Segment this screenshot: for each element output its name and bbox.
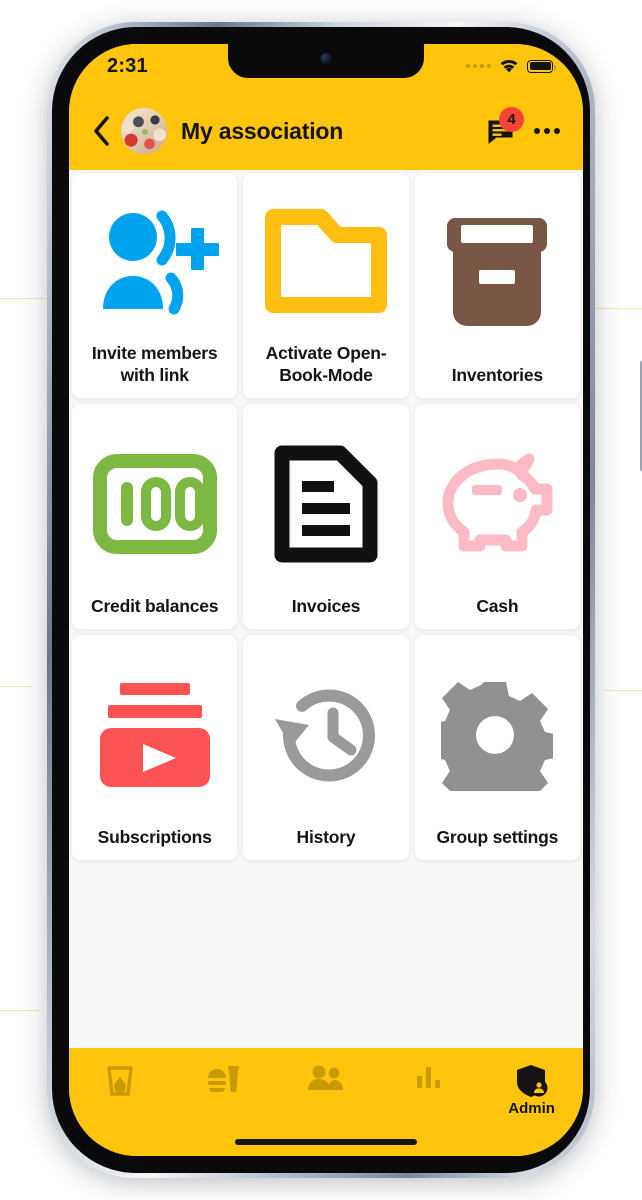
people-icon: [307, 1065, 343, 1090]
more-horizontal-icon: [534, 128, 540, 134]
nav-item-people[interactable]: [283, 1064, 369, 1094]
nav-item-food[interactable]: [180, 1064, 266, 1098]
tile-label: Activate Open-Book-Mode: [265, 343, 387, 385]
chat-badge: 4: [499, 107, 524, 132]
shield-person-icon: [516, 1065, 548, 1097]
banknote-100-icon: [92, 453, 217, 554]
more-horizontal-icon: [554, 128, 560, 134]
nav-item-drinks[interactable]: [77, 1064, 163, 1100]
phone-screen: 2:31 My association 4 Invite members wit…: [69, 44, 583, 1156]
folder-icon: [264, 209, 387, 314]
nav-item-admin[interactable]: Admin: [489, 1064, 575, 1117]
person-add-icon: [102, 210, 219, 315]
subscriptions-play-icon: [99, 682, 210, 787]
tile-invite-members[interactable]: Invite members with link: [71, 172, 239, 399]
tile-icon-wrap: [249, 643, 402, 827]
more-options-button[interactable]: [527, 109, 567, 153]
back-button[interactable]: [83, 109, 119, 153]
tile-group-settings[interactable]: Group settings: [413, 634, 581, 861]
feature-grid: Invite members with link Activate Open-B…: [69, 170, 583, 861]
tile-open-book-mode[interactable]: Activate Open-Book-Mode: [242, 172, 410, 399]
tile-label: Credit balances: [91, 595, 219, 616]
tile-icon-wrap: [421, 412, 574, 596]
food-meal-icon: [208, 1066, 240, 1093]
app-header: My association 4: [69, 92, 583, 170]
bar-chart-icon: [416, 1067, 440, 1088]
nav-item-statistics[interactable]: [386, 1064, 472, 1092]
tile-icon-wrap: [78, 412, 231, 596]
tile-label: Cash: [476, 595, 519, 616]
tile-icon-wrap: [78, 643, 231, 827]
home-indicator[interactable]: [235, 1139, 417, 1145]
tile-credit-balances[interactable]: Credit balances: [71, 403, 239, 630]
signal-dots-icon: [466, 64, 491, 68]
history-clock-icon: [274, 689, 375, 782]
battery-full-icon: [527, 59, 556, 73]
tile-label: Subscriptions: [97, 826, 212, 847]
header-actions: 4: [479, 107, 583, 153]
gear-icon: [441, 681, 554, 791]
tile-label: History: [296, 826, 356, 847]
status-indicators: [466, 58, 556, 74]
background-guide-line: [596, 308, 642, 309]
notch: [228, 44, 424, 78]
background-guide-line: [0, 1010, 40, 1011]
chat-button[interactable]: 4: [479, 107, 524, 153]
tile-icon-wrap: [249, 181, 402, 343]
tile-icon-wrap: [249, 412, 402, 596]
main-content: Invite members with link Activate Open-B…: [69, 170, 583, 1048]
avatar[interactable]: [121, 108, 167, 154]
document-lines-icon: [274, 445, 378, 563]
wifi-icon: [500, 60, 518, 73]
tile-icon-wrap: [421, 181, 574, 365]
tile-icon-wrap: [78, 181, 231, 343]
page-title: My association: [181, 117, 344, 144]
piggy-bank-icon: [442, 453, 553, 552]
tile-cash[interactable]: Cash: [413, 403, 581, 630]
tile-invoices[interactable]: Invoices: [242, 403, 410, 630]
nav-label: Admin: [508, 1100, 555, 1117]
archive-box-icon: [447, 217, 548, 326]
screenshot-stage: 2:31 My association 4 Invite members wit…: [0, 0, 642, 1200]
tile-label: Invite members with link: [91, 343, 218, 385]
phone-frame: 2:31 My association 4 Invite members wit…: [47, 22, 642, 1178]
status-clock: 2:31: [107, 55, 148, 77]
tile-label: Inventories: [451, 364, 543, 385]
drink-glass-icon: [107, 1066, 134, 1096]
chevron-left-icon: [94, 116, 109, 146]
phone-bezel: 2:31 My association 4 Invite members wit…: [52, 27, 590, 1173]
background-guide-line: [0, 686, 32, 687]
tile-subscriptions[interactable]: Subscriptions: [71, 634, 239, 861]
front-camera-icon: [320, 53, 332, 64]
background-guide-line: [0, 298, 48, 299]
tile-inventories[interactable]: Inventories: [413, 172, 581, 399]
background-guide-line: [604, 690, 642, 691]
tile-label: Invoices: [291, 595, 361, 616]
more-horizontal-icon: [544, 128, 550, 134]
tile-label: Group settings: [436, 826, 559, 847]
tile-icon-wrap: [421, 643, 574, 827]
tile-history[interactable]: History: [242, 634, 410, 861]
